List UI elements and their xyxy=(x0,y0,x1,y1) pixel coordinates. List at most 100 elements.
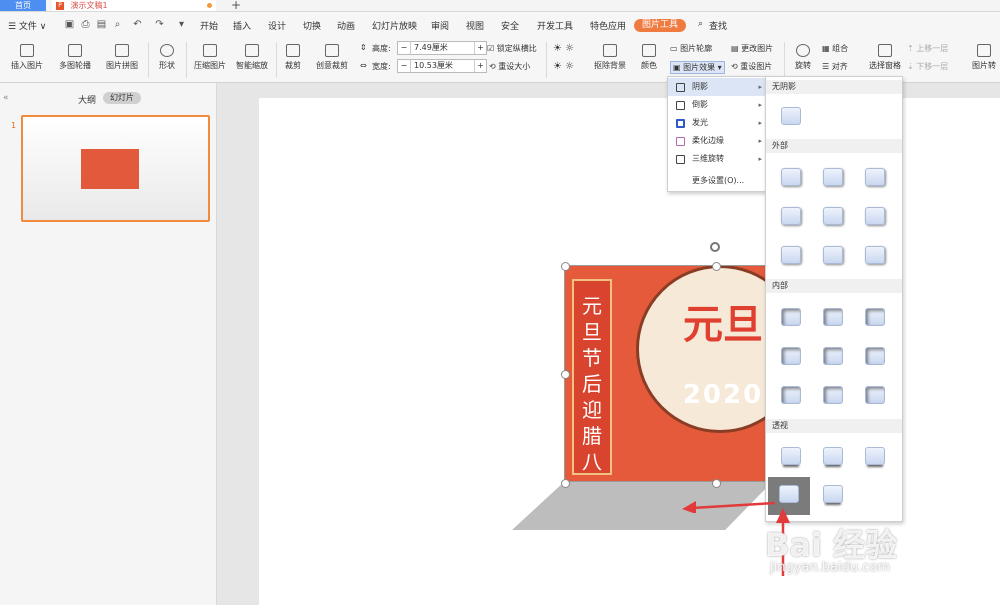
resize-handle[interactable] xyxy=(712,479,721,488)
new-tab-button[interactable]: + xyxy=(228,0,244,11)
effect-shadow-item[interactable]: 阴影 ▸ xyxy=(668,78,766,96)
height-increase[interactable]: + xyxy=(474,42,486,54)
effect-3d-rotation-item[interactable]: 三维旋转 ▸ xyxy=(668,150,766,168)
outline-tab[interactable]: 大纲 xyxy=(78,93,96,106)
crop-button[interactable]: 裁剪 xyxy=(280,42,306,71)
width-decrease[interactable]: − xyxy=(398,60,411,72)
remove-background-button[interactable]: 抠除背景 xyxy=(588,42,632,71)
multi-outline-button[interactable]: 多图轮播 xyxy=(52,42,98,71)
search-icon[interactable]: ⌕ xyxy=(698,19,703,29)
color-button[interactable]: 颜色 xyxy=(636,42,662,71)
menu-security[interactable]: 安全 xyxy=(501,19,519,32)
shadow-outer-option[interactable] xyxy=(865,207,885,225)
print-icon[interactable]: ▤ xyxy=(96,19,107,30)
menu-developer[interactable]: 开发工具 xyxy=(537,19,573,32)
resize-handle[interactable] xyxy=(561,479,570,488)
bring-forward-button[interactable]: ⇡ 上移一层 xyxy=(907,43,948,54)
picture-convert-button[interactable]: 图片转 xyxy=(968,42,1000,71)
lock-ratio-checkbox[interactable]: ☑ 锁定纵横比 xyxy=(487,43,537,54)
tab-home[interactable]: 首页 xyxy=(0,0,46,11)
rotate-button[interactable]: 旋转 xyxy=(788,42,818,71)
height-field[interactable]: −7.49厘米 + xyxy=(397,41,487,55)
shadow-none-option[interactable] xyxy=(781,107,801,125)
shadow-outer-option[interactable] xyxy=(781,207,801,225)
shadow-inner-option[interactable] xyxy=(823,308,843,326)
menu-transition[interactable]: 切换 xyxy=(303,19,321,32)
reset-picture-button[interactable]: ⟲ 重设图片 xyxy=(731,61,772,72)
redo-icon[interactable]: ↷ xyxy=(154,19,165,30)
menu-design[interactable]: 设计 xyxy=(268,19,286,32)
menu-review[interactable]: 审阅 xyxy=(431,19,449,32)
compress-picture-button[interactable]: 压缩图片 xyxy=(190,42,230,71)
group-button[interactable]: ▦ 组合 xyxy=(822,43,848,54)
align-button[interactable]: ☰ 对齐 xyxy=(822,61,848,72)
slides-tab[interactable]: 幻灯片 xyxy=(103,92,141,104)
insert-picture-button[interactable]: 插入图片 xyxy=(4,42,50,71)
effect-more-settings-item[interactable]: 更多设置(O)... xyxy=(668,172,766,190)
shape-button[interactable]: 形状 xyxy=(152,42,182,71)
dropdown-icon[interactable]: ▾ xyxy=(176,19,187,30)
shadow-inner-option[interactable] xyxy=(781,386,801,404)
group-label: 组合 xyxy=(832,44,849,53)
smart-zoom-label: 智能缩放 xyxy=(236,61,268,70)
menu-animation[interactable]: 动画 xyxy=(337,19,355,32)
height-decrease[interactable]: − xyxy=(398,42,411,54)
picture-collage-button[interactable]: 图片拼图 xyxy=(100,42,144,71)
menu-slideshow[interactable]: 幻灯片放映 xyxy=(372,19,417,32)
shadow-inner-option[interactable] xyxy=(781,308,801,326)
menu-special[interactable]: 特色应用 xyxy=(590,19,626,32)
shadow-perspective-option[interactable] xyxy=(823,485,843,503)
color-adjust-icon[interactable]: ☀ ☼ xyxy=(553,43,574,54)
menu-insert[interactable]: 插入 xyxy=(233,19,251,32)
menu-picture-tools[interactable]: 图片工具 xyxy=(634,19,686,32)
resize-handle[interactable] xyxy=(712,262,721,271)
smart-zoom-button[interactable]: 智能缩放 xyxy=(232,42,272,71)
resize-handle[interactable] xyxy=(561,262,570,271)
print-preview-icon[interactable]: ⌕ xyxy=(112,19,123,30)
picture-effect-button[interactable]: ▣ 图片效果 ▾ xyxy=(670,61,725,74)
search-button[interactable]: 查找 xyxy=(709,19,727,32)
shadow-outer-option[interactable] xyxy=(781,246,801,264)
shadow-outer-option[interactable] xyxy=(781,168,801,186)
shadow-inner-option[interactable] xyxy=(823,386,843,404)
height-value[interactable]: 7.49厘米 xyxy=(411,42,474,54)
shadow-perspective-option[interactable] xyxy=(823,447,843,465)
save-icon[interactable]: ▣ xyxy=(64,19,75,30)
width-value[interactable]: 10.53厘米 xyxy=(411,60,474,72)
effect-soft-edges-item[interactable]: 柔化边缘 ▸ xyxy=(668,132,766,150)
rotate-handle[interactable] xyxy=(710,242,720,252)
export-pdf-icon[interactable]: ⎙ xyxy=(80,19,91,30)
shadow-outer-option[interactable] xyxy=(823,168,843,186)
creative-crop-button[interactable]: 创意裁剪 xyxy=(310,42,354,71)
resize-handle[interactable] xyxy=(561,370,570,379)
send-backward-button[interactable]: ⇣ 下移一层 xyxy=(907,61,948,72)
file-menu[interactable]: ☰ 文件 ∨ xyxy=(8,19,46,32)
shadow-inner-option[interactable] xyxy=(823,347,843,365)
change-picture-button[interactable]: ▤ 更改图片 xyxy=(731,43,773,54)
shadow-inner-option[interactable] xyxy=(865,347,885,365)
width-increase[interactable]: + xyxy=(474,60,486,72)
shadow-perspective-option[interactable] xyxy=(779,485,799,503)
shadow-perspective-option[interactable] xyxy=(781,447,801,465)
effect-reflection-item[interactable]: 倒影 ▸ xyxy=(668,96,766,114)
shadow-outer-option[interactable] xyxy=(865,246,885,264)
picture-outline-button[interactable]: ▭ 图片轮廓 xyxy=(670,43,712,54)
shadow-outer-option[interactable] xyxy=(823,246,843,264)
undo-icon[interactable]: ↶ xyxy=(132,19,143,30)
effect-glow-item[interactable]: 发光 ▸ xyxy=(668,114,766,132)
selection-pane-button[interactable]: 选择窗格 xyxy=(866,42,904,71)
menu-view[interactable]: 视图 xyxy=(466,19,484,32)
shadow-outer-option[interactable] xyxy=(865,168,885,186)
reset-size-button[interactable]: ⟲ 重设大小 xyxy=(489,61,530,72)
shadow-inner-option[interactable] xyxy=(865,308,885,326)
menu-start[interactable]: 开始 xyxy=(200,19,218,32)
shadow-inner-option[interactable] xyxy=(781,347,801,365)
tab-document[interactable]: P 演示文稿1 xyxy=(52,0,216,11)
shadow-inner-option[interactable] xyxy=(865,386,885,404)
bring-forward-label: 上移一层 xyxy=(916,44,949,53)
width-field[interactable]: −10.53厘米 + xyxy=(397,59,487,73)
collapse-panel-icon[interactable]: « xyxy=(3,93,9,103)
shadow-outer-option[interactable] xyxy=(823,207,843,225)
shadow-perspective-option[interactable] xyxy=(865,447,885,465)
contrast-adjust-icon[interactable]: ☀ ☼ xyxy=(553,61,574,72)
